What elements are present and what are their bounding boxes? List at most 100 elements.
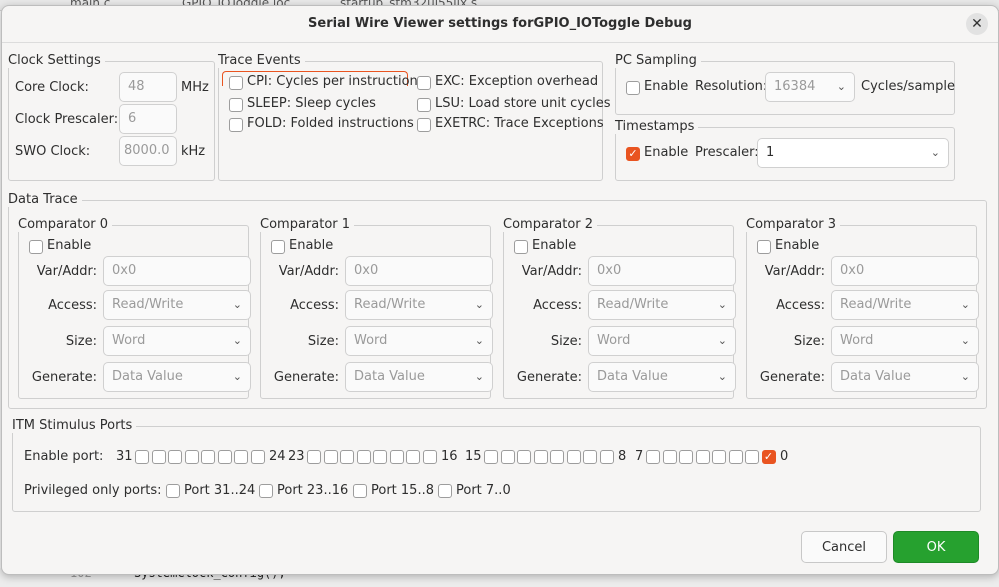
pc-sampling-enable-label[interactable]: Enable: [644, 79, 688, 94]
enable-port-checkbox[interactable]: [599, 450, 614, 464]
size-dropdown[interactable]: Word ⌄: [588, 326, 736, 356]
enable-port-checkbox[interactable]: [517, 450, 531, 464]
var-addr-field[interactable]: 0x0: [103, 256, 251, 286]
comparator-enable-checkbox[interactable]: [29, 240, 43, 254]
comparator-enable-label[interactable]: Enable: [289, 238, 333, 253]
cpi-label[interactable]: CPI: Cycles per instruction: [247, 74, 418, 89]
enable-port-checkbox[interactable]: [135, 450, 149, 464]
enable-port-checkbox[interactable]: [217, 450, 232, 464]
var-addr-field[interactable]: 0x0: [588, 256, 736, 286]
close-button[interactable]: ✕: [966, 13, 988, 35]
privileged-port-label[interactable]: Port 15..8: [371, 483, 434, 498]
timestamps-enable-checkbox[interactable]: ✓: [626, 147, 640, 161]
enable-port-checkbox[interactable]: [250, 450, 265, 464]
fold-checkbox[interactable]: [229, 118, 243, 132]
exc-label[interactable]: EXC: Exception overhead: [435, 74, 598, 89]
comparator-0: Comparator 0 Enable Var/Addr: 0x0 Access…: [18, 217, 251, 399]
enable-port-checkbox[interactable]: [422, 450, 437, 464]
generate-dropdown[interactable]: Data Value ⌄: [103, 362, 251, 392]
timestamps-enable-label[interactable]: Enable: [644, 145, 688, 160]
pc-sampling-enable-checkbox[interactable]: [626, 81, 640, 95]
privileged-port-checkbox[interactable]: [259, 484, 273, 498]
enable-port-checkbox[interactable]: [389, 450, 404, 464]
swv-settings-dialog: Serial Wire Viewer settings forGPIO_IOTo…: [1, 5, 999, 575]
close-icon: ✕: [971, 16, 983, 32]
generate-value: Data Value: [840, 369, 911, 384]
generate-dropdown[interactable]: Data Value ⌄: [345, 362, 493, 392]
enable-port-checkbox[interactable]: [323, 450, 338, 464]
privileged-port-checkbox[interactable]: [166, 484, 180, 498]
enable-port-checkbox[interactable]: [356, 450, 371, 464]
enable-port-checkbox[interactable]: [201, 450, 215, 464]
access-label: Access:: [776, 298, 825, 313]
enable-port-checkbox[interactable]: [406, 450, 420, 464]
enable-port-checkbox[interactable]: [662, 450, 677, 464]
sleep-label[interactable]: SLEEP: Sleep cycles: [247, 96, 376, 111]
enable-port-checkbox[interactable]: [151, 450, 166, 464]
clock-prescaler-field[interactable]: 6: [119, 104, 177, 134]
enable-port-checkbox[interactable]: [533, 450, 548, 464]
enable-port-checkbox[interactable]: [234, 450, 248, 464]
access-dropdown[interactable]: Read/Write ⌄: [831, 290, 979, 320]
var-addr-field[interactable]: 0x0: [831, 256, 979, 286]
exetrc-checkbox[interactable]: [417, 118, 431, 132]
access-dropdown[interactable]: Read/Write ⌄: [345, 290, 493, 320]
generate-dropdown[interactable]: Data Value ⌄: [588, 362, 736, 392]
comparator-enable-label[interactable]: Enable: [47, 238, 91, 253]
timestamps-prescaler-dropdown[interactable]: 1 ⌄: [757, 138, 949, 168]
enable-port-checkbox[interactable]: [168, 450, 182, 464]
privileged-port-label[interactable]: Port 7..0: [456, 483, 511, 498]
comparator-enable-label[interactable]: Enable: [532, 238, 576, 253]
comparator-enable-checkbox[interactable]: [271, 240, 285, 254]
size-dropdown[interactable]: Word ⌄: [103, 326, 251, 356]
var-addr-label: Var/Addr:: [764, 264, 825, 279]
enable-port-checkbox[interactable]: [500, 450, 515, 464]
core-clock-field[interactable]: 48: [119, 72, 177, 102]
lsu-label[interactable]: LSU: Load store unit cycles: [435, 96, 611, 111]
access-dropdown[interactable]: Read/Write ⌄: [588, 290, 736, 320]
privileged-port-checkbox[interactable]: [353, 484, 367, 498]
cpi-checkbox[interactable]: [229, 76, 243, 90]
dialog-titlebar: Serial Wire Viewer settings forGPIO_IOTo…: [2, 6, 998, 43]
enable-port-checkbox[interactable]: [307, 450, 321, 464]
enable-port-checkbox[interactable]: [566, 450, 581, 464]
generate-dropdown[interactable]: Data Value ⌄: [831, 362, 979, 392]
privileged-port-label[interactable]: Port 23..16: [277, 483, 348, 498]
enable-port-checkbox[interactable]: [695, 450, 710, 464]
enable-port-checkbox[interactable]: [679, 450, 693, 464]
fold-label[interactable]: FOLD: Folded instructions: [247, 116, 414, 131]
size-label: Size:: [793, 334, 825, 349]
enable-port-checkbox[interactable]: [745, 450, 759, 464]
exetrc-label[interactable]: EXETRC: Trace Exceptions: [435, 116, 604, 131]
cancel-button[interactable]: Cancel: [801, 531, 887, 563]
enable-port-checkbox[interactable]: [340, 450, 354, 464]
exc-checkbox[interactable]: [417, 76, 431, 90]
sleep-checkbox[interactable]: [229, 98, 243, 112]
comparator-enable-label[interactable]: Enable: [775, 238, 819, 253]
ok-button[interactable]: OK: [893, 531, 979, 563]
size-dropdown[interactable]: Word ⌄: [345, 326, 493, 356]
enable-port-checkbox[interactable]: [484, 450, 498, 464]
access-dropdown[interactable]: Read/Write ⌄: [103, 290, 251, 320]
size-dropdown[interactable]: Word ⌄: [831, 326, 979, 356]
enable-port-checkbox[interactable]: [373, 450, 387, 464]
lsu-checkbox[interactable]: [417, 98, 431, 112]
swo-clock-field[interactable]: 8000.0: [119, 136, 177, 166]
enable-port-checkbox[interactable]: ✓: [761, 450, 776, 464]
enable-port-checkbox[interactable]: [583, 450, 597, 464]
enable-port-checkbox[interactable]: [184, 450, 199, 464]
enable-port-checkbox[interactable]: [712, 450, 726, 464]
var-addr-field[interactable]: 0x0: [345, 256, 493, 286]
generate-label: Generate:: [516, 370, 582, 385]
enable-port-checkbox[interactable]: [728, 450, 743, 464]
resolution-dropdown[interactable]: 16384 ⌄: [765, 72, 855, 102]
enable-port-checkbox[interactable]: [550, 450, 564, 464]
timestamps-group: Timestamps ✓ Enable Prescaler: 1 ⌄: [615, 119, 955, 181]
enable-port-checkbox[interactable]: [646, 450, 660, 464]
privileged-port-label[interactable]: Port 31..24: [184, 483, 255, 498]
comparator-enable-checkbox[interactable]: [514, 240, 528, 254]
chevron-down-icon: ⌄: [960, 334, 970, 347]
privileged-port-checkbox[interactable]: [438, 484, 452, 498]
comparator-enable-checkbox[interactable]: [757, 240, 771, 254]
port-range-start: 23: [288, 449, 305, 464]
